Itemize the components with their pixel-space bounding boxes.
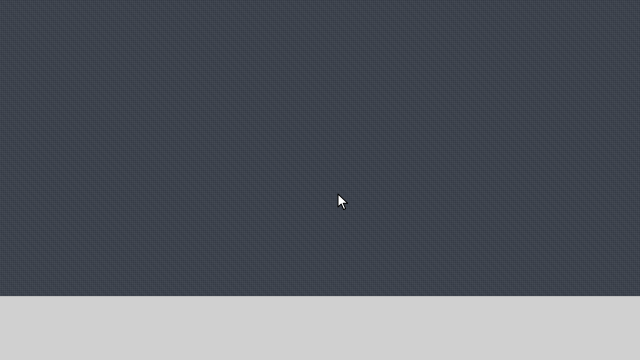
desktop-background[interactable]: [0, 0, 640, 296]
mouse-pointer-icon: [337, 193, 349, 210]
bottom-panel: [0, 296, 640, 360]
screen: [0, 0, 640, 360]
